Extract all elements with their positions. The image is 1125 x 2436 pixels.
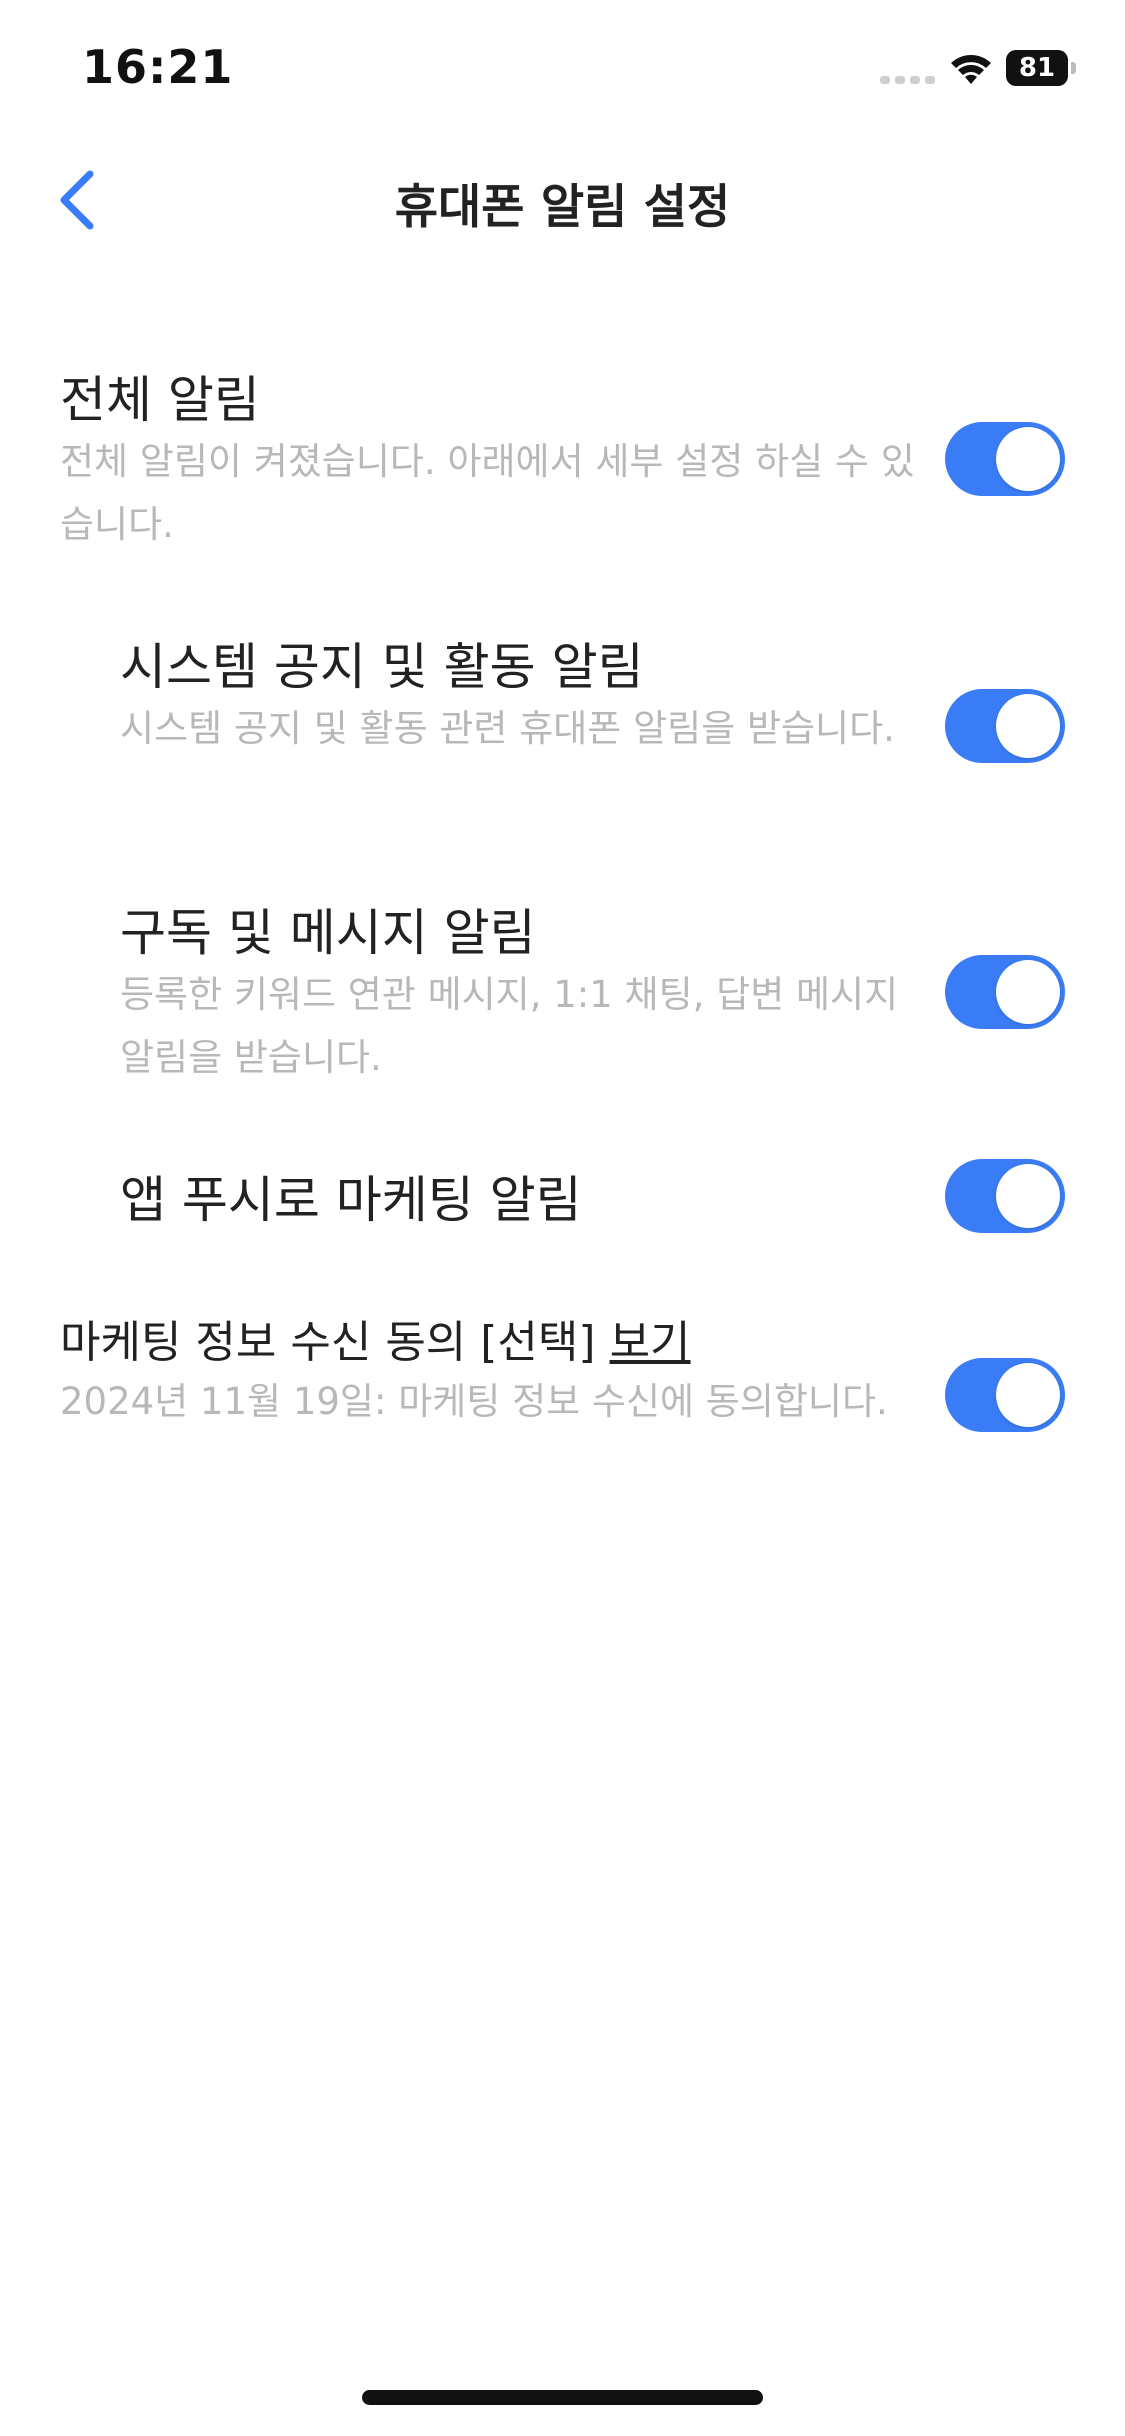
status-time: 16:21 — [82, 40, 234, 94]
setting-title: 마케팅 정보 수신 동의 [선택] — [60, 1317, 596, 1368]
setting-description: 등록한 키워드 연관 메시지, 1:1 채팅, 답변 메시지 알림을 받습니다. — [120, 973, 899, 1079]
setting-marketing-consent: 마케팅 정보 수신 동의 [선택] 보기 2024년 11월 19일: 마케팅 … — [0, 1300, 1125, 1510]
setting-title: 전체 알림 — [60, 371, 260, 429]
cell-signal-icon — [880, 76, 935, 84]
wifi-icon — [951, 55, 991, 84]
page-title: 휴대폰 알림 설정 — [394, 180, 731, 235]
setting-subscription-notifications: 구독 및 메시지 알림 등록한 키워드 연관 메시지, 1:1 채팅, 답변 메… — [0, 883, 1125, 1093]
battery-icon: 81 — [1006, 50, 1076, 86]
toggle-knob — [996, 1363, 1060, 1427]
all-notifications-toggle[interactable] — [945, 422, 1065, 496]
subscription-notifications-toggle[interactable] — [945, 955, 1065, 1029]
status-bar: 16:21 81 — [0, 0, 1125, 140]
nav-bar: 휴대폰 알림 설정 — [0, 140, 1125, 260]
setting-title: 시스템 공지 및 활동 알림 — [120, 638, 644, 696]
setting-system-notifications: 시스템 공지 및 활동 알림 시스템 공지 및 활동 관련 휴대폰 알림을 받습… — [0, 617, 1125, 827]
battery-tip — [1071, 62, 1076, 74]
marketing-push-toggle[interactable] — [945, 1159, 1065, 1233]
toggle-knob — [996, 694, 1060, 758]
back-button[interactable] — [50, 160, 110, 240]
setting-marketing-push: 앱 푸시로 마케팅 알림 — [0, 1150, 1125, 1250]
system-notifications-toggle[interactable] — [945, 689, 1065, 763]
setting-description: 전체 알림이 켜졌습니다. 아래에서 세부 설정 하실 수 있습니다. — [60, 440, 915, 546]
setting-all-notifications: 전체 알림 전체 알림이 켜졌습니다. 아래에서 세부 설정 하실 수 있습니다… — [0, 350, 1125, 560]
battery-level: 81 — [1006, 50, 1068, 86]
home-indicator — [362, 2390, 763, 2405]
setting-description: 시스템 공지 및 활동 관련 휴대폰 알림을 받습니다. — [120, 707, 895, 750]
setting-title: 구독 및 메시지 알림 — [120, 904, 536, 962]
toggle-knob — [996, 960, 1060, 1024]
toggle-knob — [996, 1164, 1060, 1228]
setting-title-row: 마케팅 정보 수신 동의 [선택] 보기 — [60, 1306, 691, 1370]
toggle-knob — [996, 427, 1060, 491]
setting-description: 2024년 11월 19일: 마케팅 정보 수신에 동의합니다. — [60, 1380, 888, 1423]
marketing-consent-toggle[interactable] — [945, 1358, 1065, 1432]
setting-title: 앱 푸시로 마케팅 알림 — [120, 1171, 582, 1229]
view-terms-link[interactable]: 보기 — [610, 1317, 691, 1368]
chevron-left-icon — [60, 170, 94, 230]
